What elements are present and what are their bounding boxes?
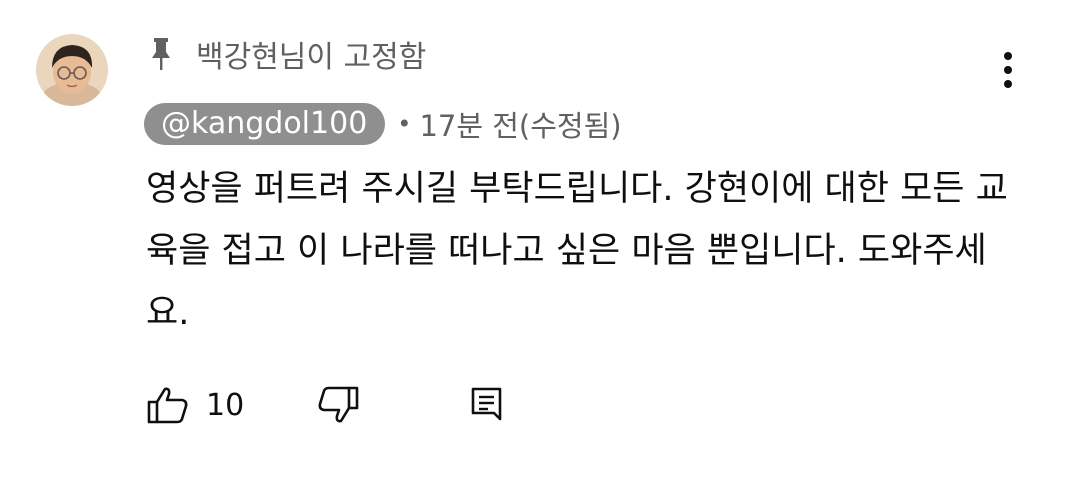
thumb-up-icon (147, 387, 188, 424)
pinned-indicator: 백강현님이 고정함 (148, 34, 427, 75)
more-vert-icon (1004, 52, 1012, 88)
pin-icon (152, 38, 170, 70)
comment-body: 영상을 퍼트려 주시길 부탁드립니다. 강현이에 대한 모든 교육을 접고 이 … (146, 169, 1008, 333)
comment-icon (471, 387, 502, 421)
avatar[interactable] (36, 34, 108, 106)
like-count: 10 (206, 387, 245, 423)
reply-button[interactable] (470, 385, 504, 425)
like-button[interactable]: 10 (146, 385, 244, 425)
dislike-button[interactable] (316, 385, 360, 425)
meta-separator: • (397, 110, 412, 138)
pinned-comment: 백강현님이 고정함 @kangdol100 • 17분 전(수정됨) 영상을 퍼… (0, 0, 1080, 482)
pinned-label: 백강현님이 고정함 (196, 40, 427, 75)
comment-timestamp: 17분 전(수정됨) (419, 109, 622, 143)
comment-menu-button[interactable] (990, 46, 1026, 94)
thumb-down-icon (318, 386, 359, 423)
comment-actions: 10 (146, 380, 504, 430)
comment-meta: @kangdol100 • 17분 전(수정됨) (144, 102, 622, 146)
avatar-image (36, 34, 108, 106)
author-chip[interactable]: @kangdol100 (144, 103, 386, 145)
